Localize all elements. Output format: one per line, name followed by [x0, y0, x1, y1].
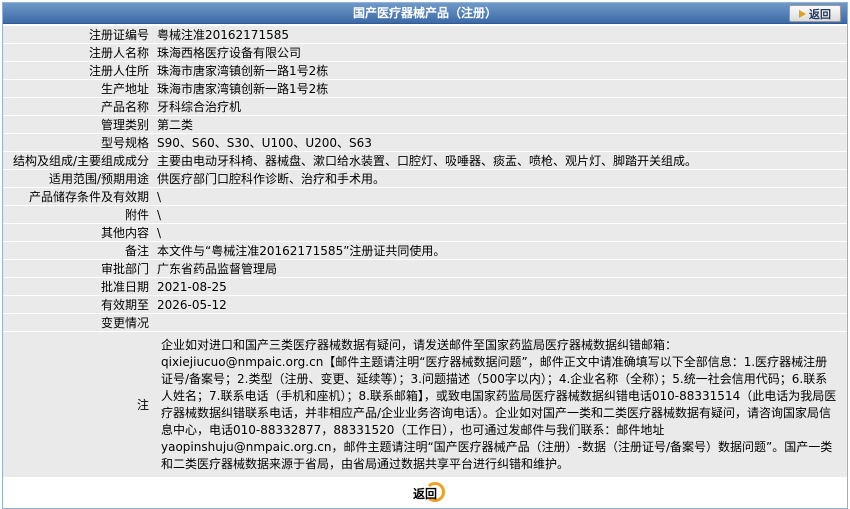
table-row: 批准日期 2021-08-25 — [3, 278, 847, 295]
field-label: 有效期至 — [3, 296, 153, 313]
back-button-label: 返回 — [809, 7, 831, 21]
arrow-right-icon — [799, 9, 806, 18]
bottom-bar: 返回 — [3, 478, 847, 508]
table-row: 其他内容 \ — [3, 224, 847, 241]
table-row: 审批部门 广东省药品监督管理局 — [3, 260, 847, 277]
back-button-label: 返回 — [412, 486, 437, 501]
table-row: 注册证编号 粤械注准20162171585 — [3, 26, 847, 43]
table-row: 管理类别 第二类 — [3, 116, 847, 133]
field-value: 珠海西格医疗设备有限公司 — [153, 44, 847, 61]
table-row: 注企业如对进口和国产三类医疗器械数据有疑问，请发送邮件至国家药监局医疗器械数据纠… — [3, 332, 847, 477]
field-value: \ — [153, 206, 847, 223]
field-label: 注册人住所 — [3, 62, 153, 79]
field-label: 产品名称 — [3, 98, 153, 115]
detail-panel: 国产医疗器械产品（注册） 返回 注册证编号 粤械注准20162171585 注册人名… — [2, 2, 848, 509]
page-title: 国产医疗器械产品（注册） — [352, 6, 497, 20]
table-row: 附件 \ — [3, 206, 847, 223]
field-label: 注册证编号 — [3, 26, 153, 43]
title-bar: 国产医疗器械产品（注册） 返回 — [3, 3, 847, 24]
field-value: 牙科综合治疗机 — [153, 98, 847, 115]
field-value: 珠海市唐家湾镇创新一路1号2栋 — [153, 80, 847, 97]
field-label: 结构及组成/主要组成成分 — [3, 152, 153, 169]
field-value: 供医疗部门口腔科作诊断、治疗和手术用。 — [153, 170, 847, 187]
note-text: 企业如对进口和国产三类医疗器械数据有疑问，请发送邮件至国家药监局医疗器械数据纠错… — [161, 338, 837, 471]
field-value: 珠海市唐家湾镇创新一路1号2栋 — [153, 62, 847, 79]
table-row: 产品储存条件及有效期 \ — [3, 188, 847, 205]
table-row: 适用范围/预期用途 供医疗部门口腔科作诊断、治疗和手术用。 — [3, 170, 847, 187]
field-value: 第二类 — [153, 116, 847, 133]
field-label: 适用范围/预期用途 — [3, 170, 153, 187]
field-value: 主要由电动牙科椅、器械盘、漱口给水装置、口腔灯、吸唾器、痰盂、喷枪、观片灯、脚踏… — [153, 152, 847, 169]
field-label: 注册人名称 — [3, 44, 153, 61]
field-value: 粤械注准20162171585 — [153, 26, 847, 43]
field-label: 管理类别 — [3, 116, 153, 133]
field-label: 备注 — [3, 242, 153, 259]
field-value — [153, 314, 847, 331]
table-row: 备注 本文件与“粤械注准20162171585”注册证共同使用。 — [3, 242, 847, 259]
field-value: 2026-05-12 — [153, 296, 847, 313]
note-label: 注 — [3, 332, 153, 477]
field-label: 生产地址 — [3, 80, 153, 97]
field-label: 审批部门 — [3, 260, 153, 277]
field-value: 2021-08-25 — [153, 278, 847, 295]
table-row: 生产地址 珠海市唐家湾镇创新一路1号2栋 — [3, 80, 847, 97]
table-row: 结构及组成/主要组成成分 主要由电动牙科椅、器械盘、漱口给水装置、口腔灯、吸唾器、… — [3, 152, 847, 169]
table-row: 有效期至 2026-05-12 — [3, 296, 847, 313]
field-value: S90、S60、S30、U100、U200、S63 — [153, 134, 847, 151]
field-label: 附件 — [3, 206, 153, 223]
note-cell: 企业如对进口和国产三类医疗器械数据有疑问，请发送邮件至国家药监局医疗器械数据纠错… — [153, 332, 847, 477]
table-row: 注册人住所 珠海市唐家湾镇创新一路1号2栋 — [3, 62, 847, 79]
back-button-bottom[interactable]: 返回 — [403, 481, 447, 505]
back-button-top[interactable]: 返回 — [789, 5, 841, 22]
field-label: 型号规格 — [3, 134, 153, 151]
field-value: 本文件与“粤械注准20162171585”注册证共同使用。 — [153, 242, 847, 259]
field-label: 其他内容 — [3, 224, 153, 241]
field-value: \ — [153, 224, 847, 241]
field-label: 变更情况 — [3, 314, 153, 331]
field-label: 产品储存条件及有效期 — [3, 188, 153, 205]
field-value: \ — [153, 188, 847, 205]
table-row: 注册人名称 珠海西格医疗设备有限公司 — [3, 44, 847, 61]
table-row: 变更情况 — [3, 314, 847, 331]
table-row: 产品名称 牙科综合治疗机 — [3, 98, 847, 115]
table-row: 型号规格 S90、S60、S30、U100、U200、S63 — [3, 134, 847, 151]
field-value: 广东省药品监督管理局 — [153, 260, 847, 277]
field-label: 批准日期 — [3, 278, 153, 295]
info-table: 注册证编号 粤械注准20162171585 注册人名称 珠海西格医疗设备有限公司 注册人… — [3, 25, 847, 478]
